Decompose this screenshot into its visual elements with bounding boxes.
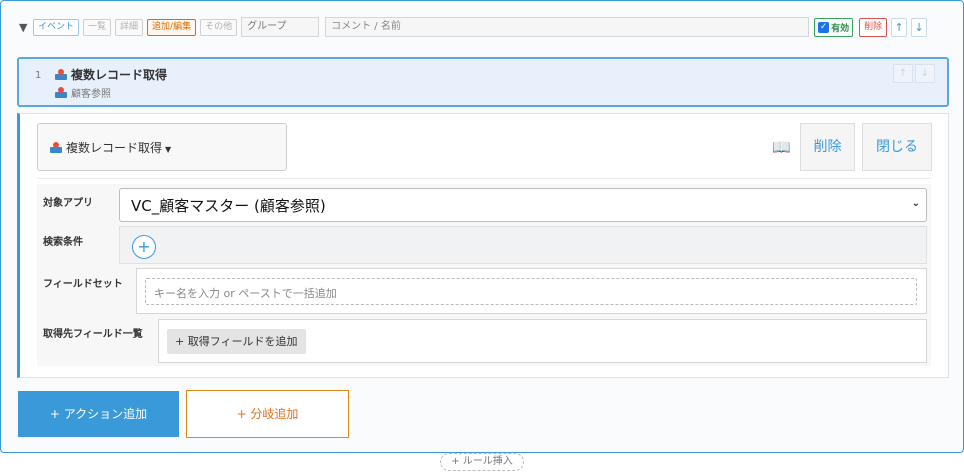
- target-app-label: 対象アプリ: [43, 198, 93, 209]
- action-editor-panel: 複数レコード取得 ▼ 📖 削除 閉じる 対象アプリ VC_顧客マスター (顧客参照…: [17, 113, 949, 378]
- database-fetch-icon: [50, 142, 62, 153]
- tag-event[interactable]: イベント: [33, 18, 80, 36]
- valid-toggle[interactable]: ✓ 有効: [814, 17, 854, 37]
- action-number: 1: [35, 70, 42, 81]
- database-fetch-icon: [55, 69, 67, 80]
- action-type-dropdown[interactable]: 複数レコード取得 ▼: [37, 123, 287, 171]
- add-branch-button[interactable]: + 分岐追加: [186, 390, 349, 438]
- field-set-input[interactable]: キー名を入力 or ペーストで一括追加: [145, 278, 917, 305]
- tag-add-edit[interactable]: 追加/編集: [147, 18, 197, 36]
- tag-other[interactable]: その他: [200, 18, 238, 36]
- rule-move-up-button[interactable]: ↑: [891, 17, 908, 37]
- rule-move-down-button[interactable]: ↓: [911, 17, 928, 37]
- add-condition-button[interactable]: +: [132, 235, 156, 259]
- search-condition-label: 検索条件: [43, 237, 83, 248]
- target-app-value: VC_顧客マスター (顧客参照): [131, 197, 326, 215]
- tag-list[interactable]: 一覧: [83, 18, 112, 36]
- collapse-toggle-icon[interactable]: ▼: [19, 21, 33, 34]
- target-fields-area: + 取得フィールドを追加: [158, 319, 927, 363]
- action-subtitle: 顧客参照: [55, 85, 111, 100]
- divider: [37, 178, 931, 179]
- action-delete-button[interactable]: 削除: [800, 123, 855, 171]
- add-action-button[interactable]: + アクション追加: [18, 391, 179, 437]
- field-set-area: キー名を入力 or ペーストで一括追加: [136, 268, 927, 314]
- action-card-selected[interactable]: 1 複数レコード取得 顧客参照 ↑ ↓: [17, 57, 949, 107]
- field-set-label: フィールドセット: [43, 279, 123, 290]
- action-type-label: 複数レコード取得: [66, 141, 163, 155]
- action-settings-form: 対象アプリ VC_顧客マスター (顧客参照) ⌄ 検索条件 + フィールドセット…: [37, 184, 931, 366]
- chevron-down-icon: ⌄: [911, 198, 920, 209]
- rule-header-bar: ▼ イベント 一覧 詳細 追加/編集 その他 グループ コメント / 名前 ✓ …: [19, 16, 949, 38]
- target-app-select[interactable]: VC_顧客マスター (顧客参照) ⌄: [119, 188, 927, 222]
- tag-detail[interactable]: 詳細: [115, 18, 144, 36]
- insert-rule-button[interactable]: + ルール挿入: [440, 453, 524, 471]
- action-move-buttons: ↑ ↓: [891, 64, 935, 83]
- action-move-up-button[interactable]: ↑: [893, 64, 913, 83]
- action-move-down-button[interactable]: ↓: [915, 64, 935, 83]
- search-condition-area: +: [119, 226, 927, 264]
- chevron-down-icon: ▼: [165, 145, 172, 154]
- rule-delete-button[interactable]: 削除: [859, 17, 888, 37]
- add-target-field-button[interactable]: + 取得フィールドを追加: [167, 329, 306, 354]
- group-input[interactable]: グループ: [241, 17, 320, 37]
- action-close-button[interactable]: 閉じる: [862, 123, 932, 171]
- valid-label: 有効: [831, 23, 850, 34]
- checkbox-checked-icon[interactable]: ✓: [818, 21, 830, 33]
- action-title-text: 複数レコード取得: [71, 68, 168, 82]
- comment-name-input[interactable]: コメント / 名前: [325, 17, 810, 37]
- action-subtitle-text: 顧客参照: [71, 89, 111, 100]
- database-fetch-icon: [55, 87, 67, 98]
- rule-container: ▼ イベント 一覧 詳細 追加/編集 その他 グループ コメント / 名前 ✓ …: [0, 0, 964, 453]
- target-fields-label: 取得先フィールド一覧: [43, 329, 143, 340]
- help-book-icon[interactable]: 📖: [772, 138, 791, 156]
- action-title: 複数レコード取得: [55, 66, 167, 83]
